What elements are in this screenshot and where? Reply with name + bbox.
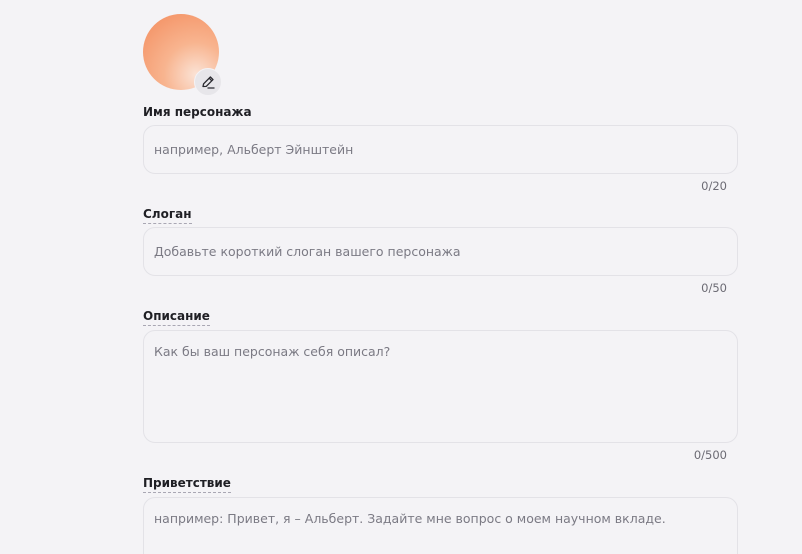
greeting-textarea[interactable]: например: Привет, я – Альберт. Задайте м… bbox=[143, 497, 738, 554]
description-textarea[interactable]: Как бы ваш персонаж себя описал? bbox=[143, 330, 738, 443]
pencil-icon bbox=[200, 74, 216, 90]
description-counter: 0/500 bbox=[693, 448, 727, 462]
slogan-placeholder: Добавьте короткий слоган вашего персонаж… bbox=[154, 244, 461, 259]
description-placeholder: Как бы ваш персонаж себя описал? bbox=[154, 344, 391, 359]
name-placeholder: например, Альберт Эйнштейн bbox=[154, 142, 354, 157]
avatar-container bbox=[143, 14, 222, 96]
edit-avatar-button[interactable] bbox=[194, 68, 222, 96]
greeting-label[interactable]: Приветствие bbox=[143, 475, 231, 493]
character-editor: Имя персонажа например, Альберт Эйнштейн… bbox=[0, 0, 802, 554]
greeting-placeholder: например: Привет, я – Альберт. Задайте м… bbox=[154, 511, 666, 526]
slogan-input[interactable]: Добавьте короткий слоган вашего персонаж… bbox=[143, 227, 738, 276]
slogan-counter: 0/50 bbox=[701, 281, 727, 295]
name-counter: 0/20 bbox=[701, 179, 727, 193]
description-label[interactable]: Описание bbox=[143, 308, 210, 326]
name-input[interactable]: например, Альберт Эйнштейн bbox=[143, 125, 738, 174]
name-label: Имя персонажа bbox=[143, 105, 252, 119]
slogan-label[interactable]: Слоган bbox=[143, 206, 192, 224]
